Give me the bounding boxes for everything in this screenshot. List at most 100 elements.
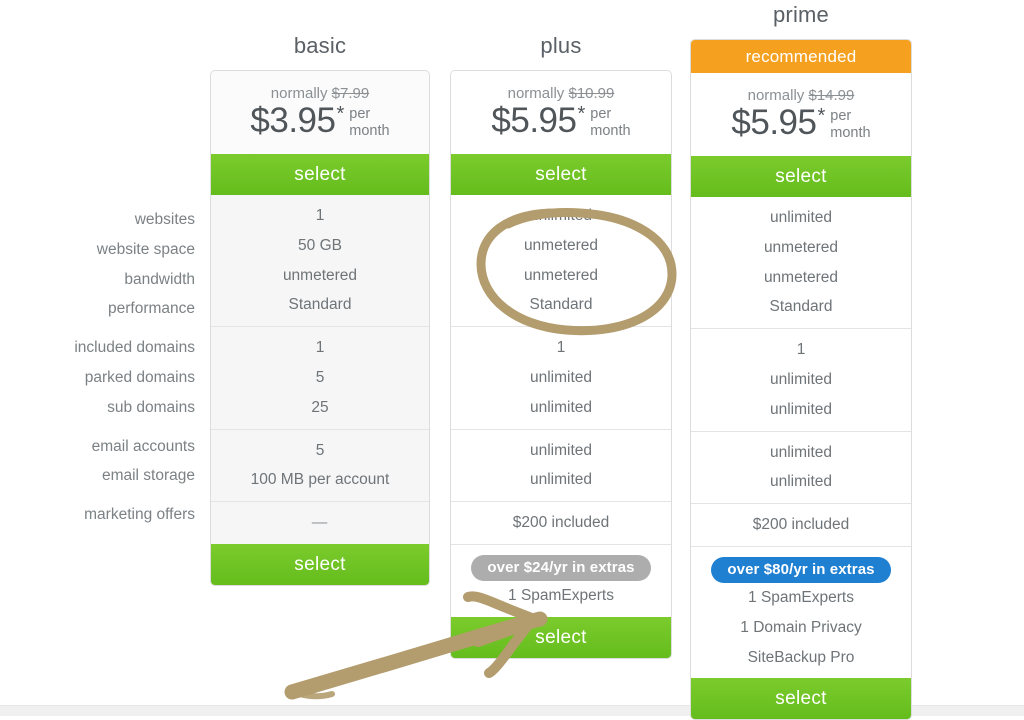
price-asterisk-prime: * <box>817 105 826 127</box>
extras-item-plus-0: 1 SpamExperts <box>508 586 614 604</box>
price-asterisk-plus: * <box>577 103 586 125</box>
feature-value-basic-bandwidth: unmetered <box>282 266 358 284</box>
feature-value-prime-websites: unlimited <box>769 209 833 226</box>
feature-group-plus-3: $200 included <box>451 501 671 544</box>
select-button-prime-top[interactable]: select <box>691 156 911 197</box>
price-period-prime: per month <box>830 108 870 141</box>
feature-value-prime-performance: Standard <box>769 298 833 316</box>
feature-value-plus-websites: unlimited <box>529 207 593 224</box>
feature-value-prime-bandwidth: unmetered <box>763 268 839 286</box>
feature-value-basic-included-domains: 1 <box>315 339 325 357</box>
feature-value-prime-email-accounts: unlimited <box>769 443 833 461</box>
select-button-basic-bottom[interactable]: select <box>211 543 429 585</box>
feature-label-website-space: website space <box>96 240 195 258</box>
feature-value-prime-parked-domains: unlimited <box>769 370 833 388</box>
feature-label-marketing-offers: marketing offers <box>84 506 195 524</box>
feature-label-group-2: email accounts email storage <box>20 432 195 492</box>
feature-label-group-3: marketing offers <box>20 500 195 530</box>
price-row-plus: $5.95 * per month <box>451 103 671 139</box>
feature-value-prime-sub-domains: unlimited <box>769 400 833 418</box>
label-spacer <box>20 423 195 432</box>
feature-label-bandwidth: bandwidth <box>124 270 195 288</box>
select-button-prime-bottom[interactable]: select <box>691 678 911 720</box>
feature-label-websites: websites <box>134 211 195 228</box>
per-label: per <box>349 106 371 122</box>
per-label: per <box>830 108 852 124</box>
feature-label-group-1: included domains parked domains sub doma… <box>20 333 195 422</box>
month-label: month <box>349 122 390 139</box>
feature-value-prime-marketing-offers: $200 included <box>752 516 850 534</box>
select-button-plus-top[interactable]: select <box>451 154 671 195</box>
feature-value-plus-email-accounts: unlimited <box>529 441 593 459</box>
feature-group-basic-2: 5 100 MB per account <box>211 428 429 502</box>
normally-label: normally <box>507 85 565 102</box>
plan-column-basic: basic normally $7.99 $3.95 * per month s… <box>210 0 430 586</box>
plan-title-plus: plus <box>540 33 582 58</box>
feature-group-basic-1: 1 5 25 <box>211 326 429 428</box>
price-block-basic: normally $7.99 $3.95 * per month <box>211 71 429 154</box>
extras-item-prime-0: 1 SpamExperts <box>748 588 854 606</box>
price-row-prime: $5.95 * per month <box>691 105 911 141</box>
feature-value-plus-email-storage: unlimited <box>529 471 593 489</box>
feature-value-plus-parked-domains: unlimited <box>529 368 593 386</box>
select-button-plus-bottom[interactable]: select <box>451 616 671 658</box>
feature-value-basic-website-space: 50 GB <box>298 236 342 254</box>
month-label: month <box>590 122 631 139</box>
feature-value-basic-websites: 1 <box>315 207 325 224</box>
feature-value-basic-sub-domains: 25 <box>311 398 329 416</box>
feature-value-plus-performance: Standard <box>529 296 593 314</box>
month-label: month <box>830 124 871 141</box>
features-basic: 1 50 GB unmetered Standard 1 5 25 5 100 … <box>211 195 429 544</box>
feature-value-prime-email-storage: unlimited <box>769 473 833 491</box>
plan-card-plus: normally $10.99 $5.95 * per month select… <box>450 70 672 659</box>
original-price-plus: $10.99 <box>568 85 615 102</box>
feature-label-column: websites website space bandwidth perform… <box>20 205 195 530</box>
feature-label-email-storage: email storage <box>101 467 195 485</box>
label-spacer <box>20 491 195 500</box>
extras-badge-plus[interactable]: over $24/yr in extras <box>471 554 651 581</box>
feature-group-basic-3: — <box>211 501 429 544</box>
feature-group-plus-2: unlimited unlimited <box>451 428 671 502</box>
feature-label-included-domains: included domains <box>74 339 195 357</box>
price-period-basic: per month <box>349 106 389 139</box>
feature-group-prime-1: 1 unlimited unlimited <box>691 328 911 430</box>
select-button-basic-top[interactable]: select <box>211 154 429 195</box>
extras-item-prime-1: 1 Domain Privacy <box>740 618 862 636</box>
feature-group-plus-0: unlimited unmetered unmetered Standard <box>451 195 671 326</box>
recommended-badge-prime: recommended <box>691 40 911 73</box>
price-amount-basic: $3.95 <box>250 101 336 140</box>
original-price-prime: $14.99 <box>808 87 855 104</box>
price-asterisk-basic: * <box>336 103 345 125</box>
price-block-plus: normally $10.99 $5.95 * per month <box>451 71 671 154</box>
feature-group-basic-0: 1 50 GB unmetered Standard <box>211 195 429 326</box>
plan-card-basic: normally $7.99 $3.95 * per month select … <box>210 70 430 586</box>
feature-value-basic-email-storage: 100 MB per account <box>250 471 390 489</box>
feature-value-prime-website-space: unmetered <box>763 238 839 256</box>
feature-value-plus-included-domains: 1 <box>556 339 566 357</box>
price-block-prime: normally $14.99 $5.95 * per month <box>691 73 911 156</box>
label-spacer <box>20 324 195 333</box>
feature-value-plus-website-space: unmetered <box>523 236 599 254</box>
price-period-plus: per month <box>590 106 630 139</box>
price-row-basic: $3.95 * per month <box>211 103 429 139</box>
feature-value-plus-sub-domains: unlimited <box>529 398 593 416</box>
feature-group-prime-0: unlimited unmetered unmetered Standard <box>691 197 911 328</box>
feature-value-plus-bandwidth: unmetered <box>523 266 599 284</box>
feature-label-sub-domains: sub domains <box>107 398 195 416</box>
plan-title-basic: basic <box>293 33 347 58</box>
price-amount-plus: $5.95 <box>491 101 577 140</box>
normally-price-basic: normally $7.99 <box>211 85 429 102</box>
feature-value-basic-email-accounts: 5 <box>315 441 325 459</box>
feature-group-plus-1: 1 unlimited unlimited <box>451 326 671 428</box>
extras-group-plus: over $24/yr in extras 1 SpamExperts <box>451 543 671 617</box>
normally-price-plus: normally $10.99 <box>451 85 671 102</box>
normally-label: normally <box>747 87 805 104</box>
normally-label: normally <box>270 85 328 102</box>
per-label: per <box>590 106 612 122</box>
feature-label-performance: performance <box>107 300 195 318</box>
features-prime: unlimited unmetered unmetered Standard 1… <box>691 197 911 678</box>
price-amount-prime: $5.95 <box>731 103 817 142</box>
extras-badge-prime[interactable]: over $80/yr in extras <box>711 556 891 583</box>
extras-item-prime-2: SiteBackup Pro <box>747 648 855 666</box>
features-plus: unlimited unmetered unmetered Standard 1… <box>451 195 671 617</box>
